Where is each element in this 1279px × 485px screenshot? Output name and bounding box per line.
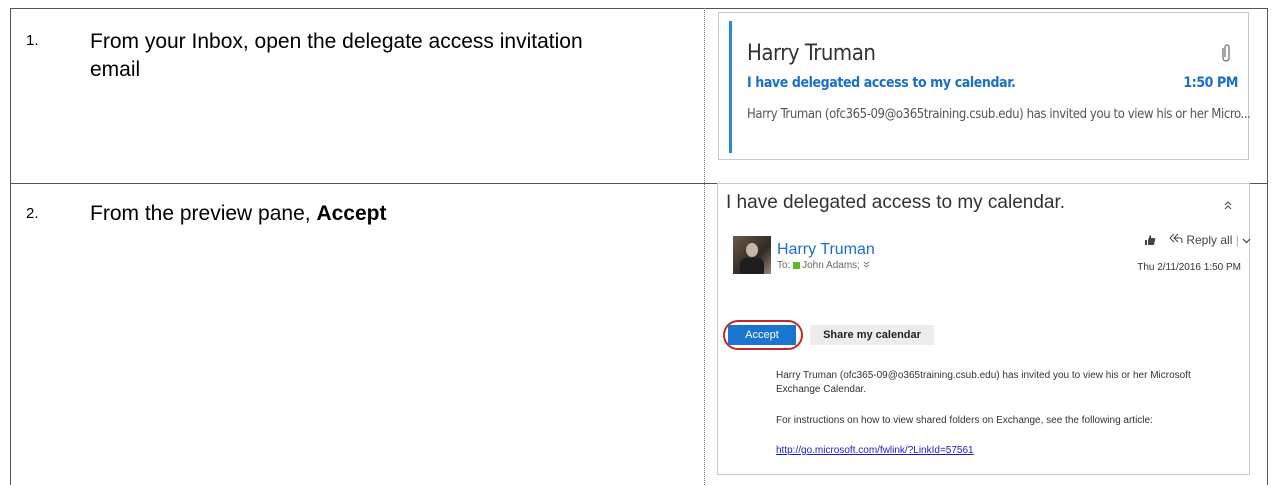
paperclip-icon: [1220, 43, 1232, 69]
inbox-message-item[interactable]: Harry Truman I have delegated access to …: [718, 12, 1251, 160]
recipient-line: To: John Adams;: [777, 260, 870, 271]
thumbs-up-icon[interactable]: [1144, 234, 1156, 249]
reading-pane-subject: I have delegated access to my calendar.: [726, 192, 1066, 213]
reply-all-button[interactable]: Reply all |: [1169, 233, 1251, 247]
reading-pane-sender[interactable]: Harry Truman: [777, 241, 875, 259]
reading-pane: I have delegated access to my calendar. …: [717, 183, 1251, 475]
share-my-calendar-button[interactable]: Share my calendar: [810, 325, 934, 345]
step-instruction-text: From the preview pane,: [90, 202, 317, 225]
double-chevron-down-icon[interactable]: [863, 260, 870, 271]
step-number: 2.: [26, 205, 39, 222]
avatar: [733, 236, 771, 274]
step-number: 1.: [26, 32, 39, 49]
to-label: To:: [777, 260, 791, 271]
message-time: 1:50 PM: [1183, 75, 1238, 91]
step-instruction-emphasis: Accept: [316, 202, 387, 225]
presence-icon: [793, 262, 801, 269]
message-sender: Harry Truman: [747, 41, 876, 66]
double-chevron-up-icon[interactable]: [1223, 198, 1233, 213]
unread-accent-bar: [729, 21, 732, 153]
recipient-name[interactable]: John Adams;: [802, 260, 860, 271]
message-date: Thu 2/11/2016 1:50 PM: [1137, 262, 1241, 273]
step-instruction: From the preview pane, Accept: [90, 200, 650, 228]
accept-button[interactable]: Accept: [728, 325, 796, 345]
chevron-down-icon[interactable]: [1242, 233, 1251, 247]
message-preview: Harry Truman (ofc365-09@o365training.csu…: [747, 107, 1251, 122]
step-instruction: From your Inbox, open the delegate acces…: [90, 30, 583, 81]
column-divider: [704, 8, 705, 485]
fwlink-link[interactable]: http://go.microsoft.com/fwlink/?LinkId=5…: [776, 445, 974, 456]
message-subject: I have delegated access to my calendar.: [747, 75, 1016, 91]
message-body-paragraph: For instructions on how to view shared f…: [776, 415, 1153, 426]
message-body-paragraph: Harry Truman (ofc365-09@o365training.csu…: [776, 370, 1191, 395]
reply-all-label: Reply all: [1186, 233, 1233, 247]
reply-all-icon: [1169, 233, 1186, 247]
